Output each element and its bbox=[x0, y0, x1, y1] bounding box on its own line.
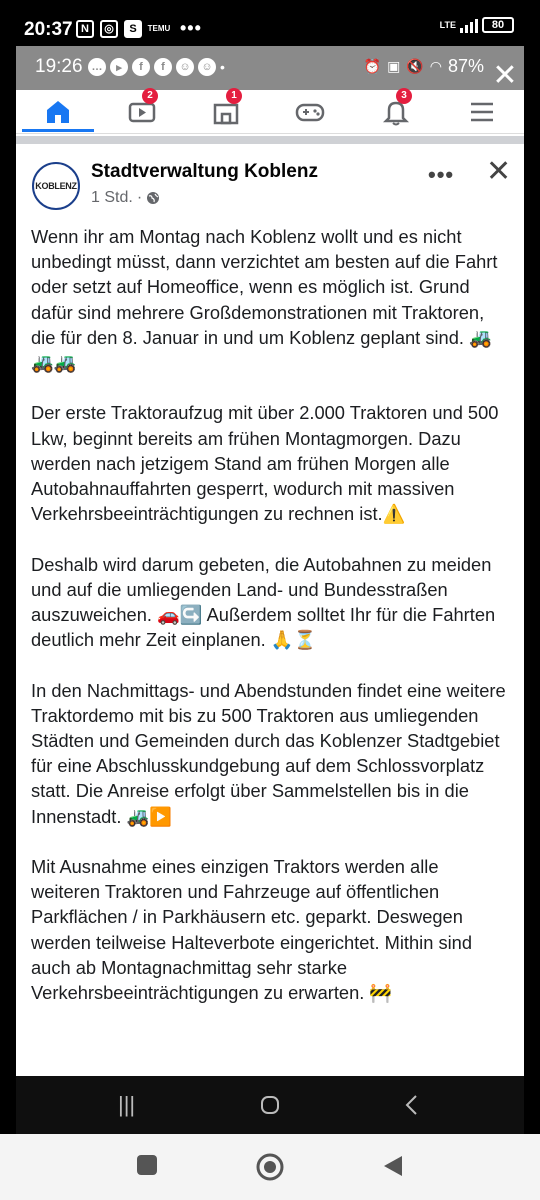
post-paragraph: In den Nachmittags- und Abendstunden fin… bbox=[31, 679, 506, 827]
nfc-icon: ▣ bbox=[387, 58, 401, 74]
back-triangle-icon[interactable] bbox=[382, 1154, 404, 1178]
inner-android-nav: ||| bbox=[16, 1076, 524, 1134]
face-icon: ☺ bbox=[176, 58, 194, 76]
inner-notification-icons: … ▸ f f ☺ ☺ • bbox=[88, 58, 225, 76]
post-time[interactable]: 1 Std. bbox=[91, 189, 133, 207]
square-recents-icon[interactable] bbox=[136, 1154, 158, 1176]
video-badge: 2 bbox=[142, 88, 158, 104]
dot-icon: • bbox=[220, 59, 225, 75]
feed-divider bbox=[16, 136, 524, 144]
mute-icon: 🔇 bbox=[406, 58, 424, 74]
outer-system-icons: LTE 80 bbox=[440, 17, 514, 33]
more-notifications-icon: ••• bbox=[180, 18, 202, 38]
nav-tab-notifications[interactable]: 3 bbox=[354, 88, 438, 134]
signal-icon bbox=[460, 17, 478, 33]
home-button-icon[interactable] bbox=[255, 1152, 285, 1182]
nav-tab-marketplace[interactable]: 1 bbox=[184, 88, 268, 134]
menu-icon bbox=[471, 102, 493, 122]
post-paragraph: Der erste Traktoraufzug mit über 2.000 T… bbox=[31, 402, 499, 525]
facebook-icon: f bbox=[132, 58, 150, 76]
home-circle-icon[interactable] bbox=[260, 1095, 280, 1115]
post-meta: 1 Std. · bbox=[91, 189, 160, 207]
globe-icon bbox=[147, 192, 160, 204]
meta-separator: · bbox=[136, 189, 143, 206]
battery-icon: 80 bbox=[482, 17, 514, 33]
messenger-icon: … bbox=[88, 58, 106, 76]
page-name[interactable]: Stadtverwaltung Koblenz bbox=[91, 161, 318, 183]
temu-icon: TEMU bbox=[147, 23, 171, 33]
back-icon[interactable] bbox=[404, 1094, 418, 1116]
alarm-icon: ⏰ bbox=[363, 58, 382, 74]
post-paragraph: Wenn ihr am Montag nach Koblenz wollt un… bbox=[31, 226, 498, 374]
notifications-badge: 3 bbox=[396, 88, 412, 104]
avatar-logo-text: KOBLENZ bbox=[35, 181, 77, 191]
inner-system-icons: ⏰ ▣ 🔇 ◠ 87% bbox=[364, 56, 484, 77]
face-icon: ☺ bbox=[198, 58, 216, 76]
s-app-icon: S bbox=[124, 19, 142, 38]
wifi-icon: ◠ bbox=[429, 58, 442, 74]
instagram-icon: ◎ bbox=[100, 19, 118, 38]
recents-icon[interactable]: ||| bbox=[118, 1092, 135, 1118]
nav-tab-video[interactable]: 2 bbox=[100, 88, 184, 134]
facebook-top-nav: 2 1 3 bbox=[16, 88, 524, 134]
nfc-icon: N bbox=[76, 19, 94, 38]
gaming-icon bbox=[295, 103, 325, 122]
nav-tab-home[interactable] bbox=[16, 90, 100, 134]
nav-tab-gaming[interactable] bbox=[268, 90, 352, 134]
inner-clock: 19:26 bbox=[35, 56, 83, 77]
marketplace-badge: 1 bbox=[226, 88, 242, 104]
home-icon bbox=[47, 101, 69, 123]
facebook-icon: f bbox=[154, 58, 172, 76]
outer-notification-icons: N ◎ S TEMU ••• bbox=[76, 18, 202, 39]
outer-clock: 20:37 bbox=[24, 19, 73, 40]
overlay-close-icon[interactable]: ✕ bbox=[490, 61, 520, 92]
avatar[interactable]: KOBLENZ bbox=[32, 162, 80, 210]
outer-android-nav bbox=[0, 1134, 540, 1200]
flag-icon: ▸ bbox=[110, 58, 128, 76]
more-options-icon[interactable]: ••• bbox=[428, 162, 454, 188]
network-label: LTE bbox=[439, 19, 456, 30]
screenshot-content: 19:26 … ▸ f f ☺ ☺ • ⏰ ▣ 🔇 ◠ 87% ✕ 2 1 3 … bbox=[16, 46, 524, 1076]
nav-tab-menu[interactable] bbox=[440, 90, 524, 134]
close-icon[interactable]: ✕ bbox=[486, 154, 511, 189]
post-paragraph: Deshalb wird darum gebeten, die Autobahn… bbox=[31, 553, 496, 651]
battery-percent: 87% bbox=[447, 56, 484, 76]
battery-level: 80 bbox=[491, 19, 505, 31]
post-paragraph: Mit Ausnahme eines einzigen Traktors wer… bbox=[31, 856, 473, 1004]
post-text: Wenn ihr am Montag nach Koblenz wollt un… bbox=[31, 224, 511, 1030]
inner-status-bar: 19:26 … ▸ f f ☺ ☺ • ⏰ ▣ 🔇 ◠ 87% bbox=[16, 46, 524, 90]
